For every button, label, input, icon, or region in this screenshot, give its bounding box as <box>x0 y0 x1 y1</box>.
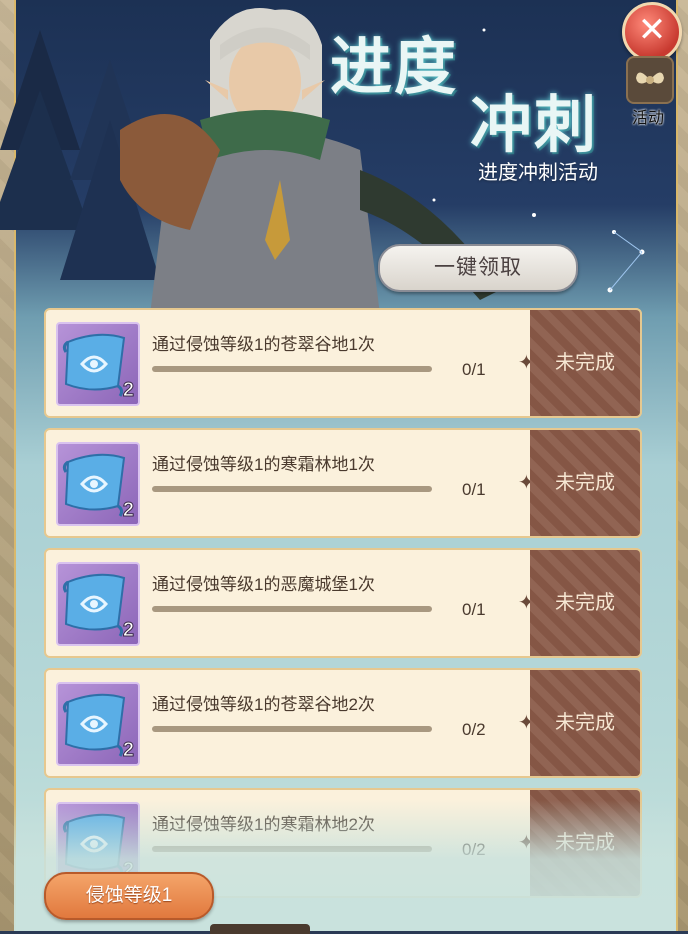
task-status-button[interactable]: 未完成 <box>530 668 642 778</box>
reward-item[interactable]: 2 <box>56 442 140 526</box>
reward-count: 2 <box>122 739 134 762</box>
task-status-button[interactable]: 未完成 <box>530 428 642 538</box>
reward-count: 2 <box>122 619 134 642</box>
activity-label: 活动 <box>631 110 664 127</box>
close-button[interactable]: ✕ <box>622 2 682 62</box>
progress-count: 0/1 <box>462 480 486 499</box>
progress-bar <box>152 366 432 372</box>
progress-bar <box>152 486 432 492</box>
reward-count: 2 <box>122 379 134 402</box>
progress-bar <box>152 606 432 612</box>
title-line-2: 冲刺 <box>470 88 599 161</box>
gift-bow-icon <box>626 56 674 104</box>
task-row: 2 通过侵蚀等级1的苍翠谷地1次 0/1 ✦ 未完成 <box>44 308 642 418</box>
title-line-1: 进度 <box>330 30 459 103</box>
task-status-button[interactable]: 未完成 <box>530 308 642 418</box>
event-subtitle: 进度冲刺活动 <box>478 162 598 184</box>
reward-item[interactable]: 2 <box>56 322 140 406</box>
task-status-button[interactable]: 未完成 <box>530 548 642 658</box>
progress-count: 0/2 <box>462 720 486 739</box>
close-icon: ✕ <box>637 10 667 50</box>
task-row: 2 通过侵蚀等级1的苍翠谷地2次 0/2 ✦ 未完成 <box>44 668 642 778</box>
progress-count: 0/1 <box>462 600 486 619</box>
claim-all-button[interactable]: 一键领取 <box>378 244 578 292</box>
reward-item[interactable]: 2 <box>56 682 140 766</box>
reward-item[interactable]: 2 <box>56 562 140 646</box>
task-description: 通过侵蚀等级1的苍翠谷地1次 <box>152 335 375 354</box>
bottom-tab-edge <box>210 924 310 934</box>
progress-bar <box>152 726 432 732</box>
task-row: 2 通过侵蚀等级1的寒霜林地1次 0/1 ✦ 未完成 <box>44 428 642 538</box>
task-description: 通过侵蚀等级1的恶魔城堡1次 <box>152 575 375 594</box>
activity-button[interactable]: 活动 <box>618 56 678 127</box>
progress-count: 0/1 <box>462 360 486 379</box>
task-row: 2 通过侵蚀等级1的恶魔城堡1次 0/1 ✦ 未完成 <box>44 548 642 658</box>
reward-count: 2 <box>122 499 134 522</box>
task-description: 通过侵蚀等级1的寒霜林地1次 <box>152 455 375 474</box>
erosion-level-filter-button[interactable]: 侵蚀等级1 <box>44 872 214 920</box>
task-description: 通过侵蚀等级1的苍翠谷地2次 <box>152 695 375 714</box>
